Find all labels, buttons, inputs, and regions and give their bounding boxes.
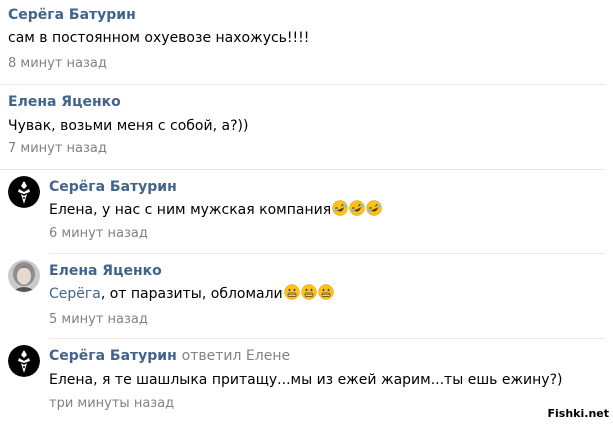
avatar[interactable]: [8, 260, 40, 292]
comment-text: Елена, у нас с ним мужская компания: [49, 200, 382, 220]
comment-text: Чувак, возьми меня с собой, а?)): [8, 118, 249, 134]
rofl-emoji-icon: [332, 200, 348, 216]
divider: [0, 84, 605, 85]
rofl-emoji-icon: [349, 200, 365, 216]
comment-text-content: , от паразиты, обломали: [100, 286, 283, 302]
comment-author[interactable]: Елена Яценко: [49, 262, 162, 280]
avatar[interactable]: [8, 345, 40, 377]
comment-time[interactable]: 8 минут назад: [8, 55, 107, 73]
comment-text: Елена, я те шашлыка притащу...мы из ежей…: [49, 372, 563, 388]
avatar[interactable]: [8, 176, 40, 208]
mention-link[interactable]: Серёга: [49, 286, 101, 302]
grimace-emoji-icon: [283, 284, 300, 300]
comment-text-content: Елена, у нас с ним мужская компания: [49, 202, 332, 218]
comment-time[interactable]: три минуты назад: [49, 395, 174, 413]
comment-time[interactable]: 5 минут назад: [49, 311, 148, 329]
divider: [0, 169, 605, 170]
tuxedo-avatar-icon: [8, 345, 40, 377]
watermark: Fishki.net: [547, 407, 609, 420]
comment-author[interactable]: Елена Яценко: [8, 93, 121, 111]
tuxedo-avatar-icon: [8, 176, 40, 208]
woman-photo-avatar-icon: [8, 260, 40, 292]
comment-text: сам в постоянном охуевозе нахожусь!!!!: [8, 30, 310, 46]
comment-author[interactable]: Серёга Батурин: [49, 178, 177, 196]
comment-author[interactable]: Серёга Батурин: [8, 6, 136, 24]
comment-time[interactable]: 7 минут назад: [8, 140, 107, 158]
grimace-emoji-icon: [300, 284, 317, 300]
divider: [49, 253, 605, 254]
comment-text: Серёга, от паразиты, обломали: [49, 284, 334, 304]
divider: [49, 338, 605, 339]
comment-author: Серёга Батурин ответил Елене: [49, 347, 290, 365]
comment-time[interactable]: 6 минут назад: [49, 225, 148, 243]
comment-author-link[interactable]: Серёга Батурин: [49, 348, 177, 364]
reply-to-label[interactable]: ответил Елене: [182, 348, 290, 364]
rofl-emoji-icon: [366, 200, 382, 216]
grimace-emoji-icon: [317, 284, 334, 300]
